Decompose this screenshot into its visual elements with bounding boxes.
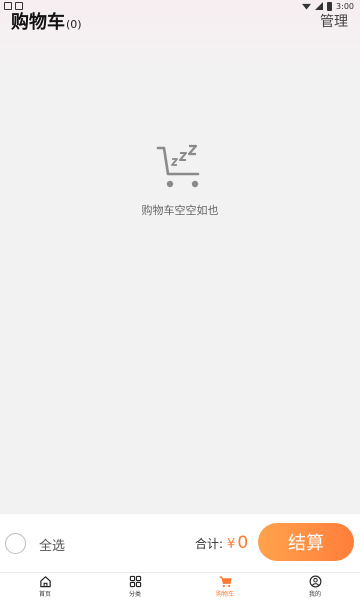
currency-symbol: ¥ — [227, 537, 236, 552]
empty-cart-sleeping-icon — [156, 144, 200, 188]
page-header: 购物车 (0) 管理 — [0, 8, 360, 34]
cart-count: (0) — [66, 18, 82, 31]
wifi-icon — [302, 3, 312, 10]
manage-button[interactable]: 管理 — [320, 11, 348, 31]
select-all-checkbox[interactable] — [5, 533, 26, 554]
tab-category[interactable]: 分类 — [105, 575, 165, 598]
checkout-button[interactable]: 结算 — [258, 523, 354, 561]
home-icon — [39, 576, 51, 588]
cart-icon — [218, 576, 232, 588]
title-group: 购物车 (0) — [11, 8, 82, 34]
tab-label: 购物车 — [215, 591, 234, 598]
user-icon — [309, 575, 321, 588]
tab-label: 分类 — [128, 591, 141, 598]
tab-label: 首页 — [38, 591, 51, 598]
select-all-label[interactable]: 全选 — [39, 535, 65, 554]
empty-cart-state: 购物车空空如也 — [0, 142, 360, 218]
tab-cart[interactable]: 购物车 — [195, 575, 255, 598]
total-value: 0 — [237, 533, 249, 553]
total-amount: 合计: ¥ 0 — [195, 533, 248, 553]
signal-icon — [315, 2, 324, 10]
page-title: 购物车 — [11, 12, 65, 33]
empty-cart-text: 购物车空空如也 — [141, 204, 219, 217]
checkout-bar: 全选 合计: ¥ 0 结算 — [0, 514, 360, 572]
bottom-tab-bar: 首页 分类 购物车 我的 — [0, 572, 360, 600]
tab-label: 我的 — [308, 591, 321, 598]
tab-profile[interactable]: 我的 — [285, 575, 345, 598]
tab-home[interactable]: 首页 — [15, 575, 75, 598]
total-label: 合计: — [195, 537, 224, 551]
grid-icon — [129, 575, 141, 588]
